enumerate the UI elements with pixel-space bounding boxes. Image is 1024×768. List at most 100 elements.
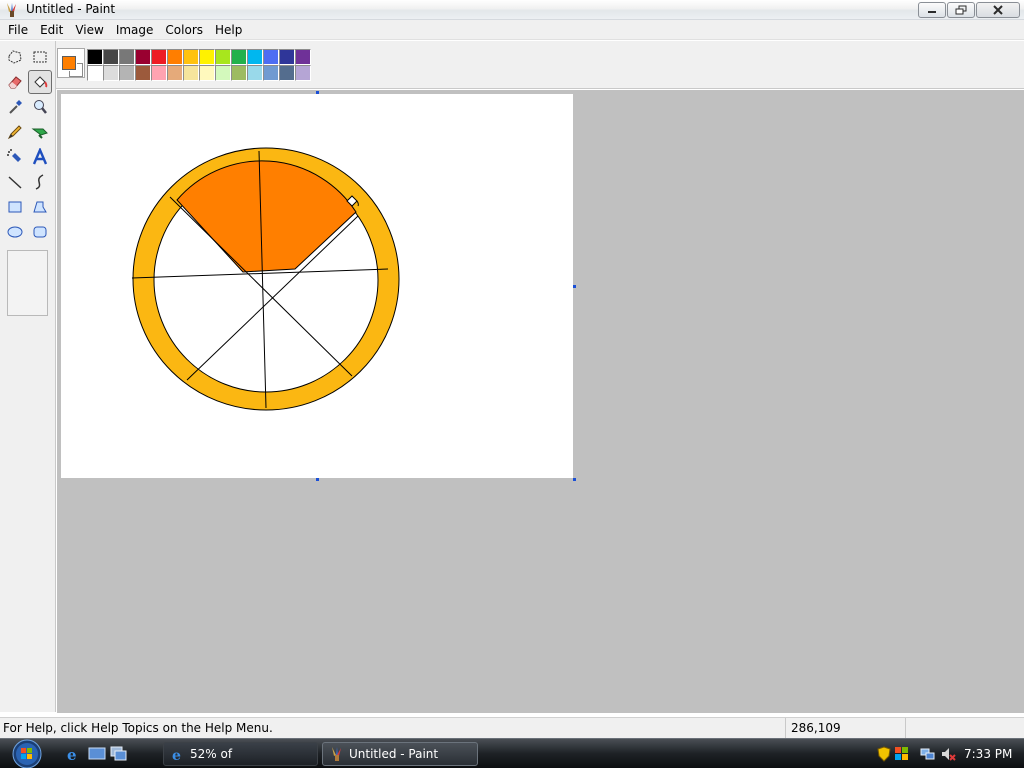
palette-swatch[interactable] xyxy=(151,49,167,65)
switch-windows-icon[interactable] xyxy=(110,746,128,762)
color-box xyxy=(56,41,1024,89)
ie-icon: e xyxy=(172,748,181,762)
clock[interactable]: 7:33 PM xyxy=(964,739,1012,768)
palette-swatch[interactable] xyxy=(119,65,135,81)
freeform-select-icon xyxy=(8,50,22,64)
tool-fill-with-color[interactable] xyxy=(28,70,52,94)
palette-swatch[interactable] xyxy=(87,49,103,65)
restore-button[interactable] xyxy=(947,2,975,18)
ie-quicklaunch-icon[interactable]: e xyxy=(64,746,82,762)
status-help-text: For Help, click Help Topics on the Help … xyxy=(3,721,273,735)
tool-rectangle[interactable] xyxy=(3,195,27,219)
menu-colors[interactable]: Colors xyxy=(159,20,209,40)
tool-line[interactable] xyxy=(3,170,27,194)
tool-select[interactable] xyxy=(28,45,52,69)
palette-swatch[interactable] xyxy=(295,65,311,81)
foreground-color-swatch[interactable] xyxy=(62,56,76,70)
tool-ellipse[interactable] xyxy=(3,220,27,244)
title-bar[interactable]: Untitled - Paint xyxy=(0,0,1024,20)
rect-select-icon xyxy=(33,51,47,63)
fill-bucket-icon xyxy=(34,76,48,88)
status-bar: For Help, click Help Topics on the Help … xyxy=(0,717,1024,738)
palette-swatch[interactable] xyxy=(215,65,231,81)
show-desktop-icon[interactable] xyxy=(88,746,106,762)
start-button[interactable] xyxy=(8,739,46,768)
palette-swatch[interactable] xyxy=(215,49,231,65)
taskbar-button-label: 52% of ...29.3.0.win6... xyxy=(190,747,233,761)
palette-swatch[interactable] xyxy=(295,49,311,65)
brush-icon xyxy=(31,128,48,139)
magnifier-icon xyxy=(34,100,47,114)
rounded-rect-icon xyxy=(33,226,47,238)
menu-image[interactable]: Image xyxy=(110,20,160,40)
palette-swatch[interactable] xyxy=(231,49,247,65)
polygon-icon xyxy=(33,201,47,213)
taskbar-button-paint[interactable]: Untitled - Paint xyxy=(322,742,478,766)
palette-swatch[interactable] xyxy=(151,65,167,81)
palette-swatch[interactable] xyxy=(199,49,215,65)
svg-text:e: e xyxy=(172,748,181,762)
close-button[interactable] xyxy=(976,2,1020,18)
palette-swatch[interactable] xyxy=(199,65,215,81)
menu-help[interactable]: Help xyxy=(209,20,248,40)
taskbar-button-label: Untitled - Paint xyxy=(349,747,439,761)
eyedropper-icon xyxy=(9,100,22,114)
menu-file[interactable]: File xyxy=(2,20,34,40)
close-icon xyxy=(993,5,1003,15)
palette-swatch[interactable] xyxy=(183,65,199,81)
tool-rounded-rectangle[interactable] xyxy=(28,220,52,244)
palette-swatch[interactable] xyxy=(167,65,183,81)
tool-text[interactable] xyxy=(28,145,52,169)
windows-update-icon[interactable] xyxy=(894,746,910,762)
taskbar-button-download[interactable]: e 52% of ...29.3.0.win6... xyxy=(163,742,318,766)
canvas-resize-handle-right[interactable] xyxy=(573,285,576,288)
minimize-button[interactable] xyxy=(918,2,946,18)
volume-muted-icon[interactable] xyxy=(940,746,956,762)
current-colors[interactable] xyxy=(57,48,85,78)
tool-pencil[interactable] xyxy=(3,120,27,144)
tool-options-box[interactable] xyxy=(7,250,48,316)
ellipse-icon xyxy=(7,226,23,238)
status-coordinates: 286,109 xyxy=(785,718,905,738)
pencil-icon xyxy=(7,125,22,140)
palette-swatch[interactable] xyxy=(183,49,199,65)
tool-airbrush[interactable] xyxy=(3,145,27,169)
tool-brush[interactable] xyxy=(28,120,52,144)
palette-swatch[interactable] xyxy=(231,65,247,81)
menu-bar: File Edit View Image Colors Help xyxy=(0,20,1024,40)
tool-free-form-select[interactable] xyxy=(3,45,27,69)
tool-eraser[interactable] xyxy=(3,70,27,94)
palette-swatch[interactable] xyxy=(263,65,279,81)
tool-magnifier[interactable] xyxy=(28,95,52,119)
canvas-resize-handle-corner[interactable] xyxy=(573,478,576,481)
palette-swatch[interactable] xyxy=(279,49,295,65)
palette-swatch[interactable] xyxy=(167,49,183,65)
curve-icon xyxy=(35,174,44,190)
drawing-canvas[interactable] xyxy=(61,94,573,478)
palette-swatch[interactable] xyxy=(87,65,103,81)
security-shield-icon[interactable] xyxy=(876,746,892,762)
palette-swatch[interactable] xyxy=(119,49,135,65)
text-icon xyxy=(32,148,48,165)
tool-polygon[interactable] xyxy=(28,195,52,219)
rectangle-icon xyxy=(8,201,22,213)
canvas-resize-handle-bottom[interactable] xyxy=(316,478,319,481)
fill-cursor-icon xyxy=(346,195,359,207)
tool-curve[interactable] xyxy=(28,170,52,194)
palette-swatch[interactable] xyxy=(135,65,151,81)
menu-view[interactable]: View xyxy=(69,20,109,40)
palette-swatch[interactable] xyxy=(247,65,263,81)
palette-swatch[interactable] xyxy=(103,65,119,81)
window-title: Untitled - Paint xyxy=(26,2,116,16)
palette-swatch[interactable] xyxy=(135,49,151,65)
network-icon[interactable] xyxy=(920,746,936,762)
restore-icon xyxy=(955,5,967,15)
palette-swatch[interactable] xyxy=(263,49,279,65)
palette-swatch[interactable] xyxy=(247,49,263,65)
paint-icon xyxy=(332,747,341,761)
menu-edit[interactable]: Edit xyxy=(34,20,69,40)
tool-pick-color[interactable] xyxy=(3,95,27,119)
palette-swatch[interactable] xyxy=(279,65,295,81)
palette-swatch[interactable] xyxy=(103,49,119,65)
airbrush-icon xyxy=(7,149,21,162)
